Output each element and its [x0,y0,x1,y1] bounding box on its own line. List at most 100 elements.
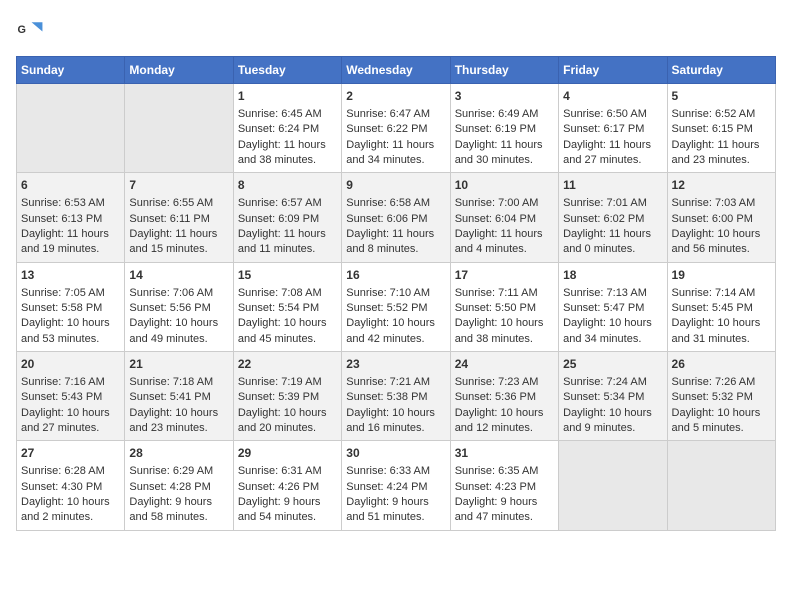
day-info: Daylight: 10 hours and 56 minutes. [672,227,771,258]
day-info: Daylight: 10 hours and 31 minutes. [672,316,771,347]
calendar-cell: 31Sunrise: 6:35 AMSunset: 4:23 PMDayligh… [450,441,558,530]
day-info: Sunset: 5:50 PM [455,301,554,316]
day-number: 30 [346,445,445,462]
calendar-cell: 8Sunrise: 6:57 AMSunset: 6:09 PMDaylight… [233,173,341,262]
day-number: 28 [129,445,228,462]
day-info: Sunrise: 7:24 AM [563,375,662,390]
day-headers-row: SundayMondayTuesdayWednesdayThursdayFrid… [17,57,776,84]
calendar-cell: 19Sunrise: 7:14 AMSunset: 5:45 PMDayligh… [667,262,775,351]
day-number: 25 [563,356,662,373]
calendar-cell: 4Sunrise: 6:50 AMSunset: 6:17 PMDaylight… [559,84,667,173]
calendar-cell: 23Sunrise: 7:21 AMSunset: 5:38 PMDayligh… [342,352,450,441]
day-number: 21 [129,356,228,373]
day-info: Sunrise: 6:53 AM [21,196,120,211]
day-info: Sunset: 5:58 PM [21,301,120,316]
day-info: Sunrise: 7:21 AM [346,375,445,390]
calendar-cell: 18Sunrise: 7:13 AMSunset: 5:47 PMDayligh… [559,262,667,351]
day-info: Sunrise: 7:18 AM [129,375,228,390]
day-info: Daylight: 11 hours and 19 minutes. [21,227,120,258]
week-row-4: 20Sunrise: 7:16 AMSunset: 5:43 PMDayligh… [17,352,776,441]
day-info: Sunrise: 7:26 AM [672,375,771,390]
calendar-cell: 15Sunrise: 7:08 AMSunset: 5:54 PMDayligh… [233,262,341,351]
day-info: Daylight: 10 hours and 45 minutes. [238,316,337,347]
week-row-1: 1Sunrise: 6:45 AMSunset: 6:24 PMDaylight… [17,84,776,173]
day-info: Sunset: 6:24 PM [238,122,337,137]
day-info: Daylight: 11 hours and 11 minutes. [238,227,337,258]
day-info: Sunset: 6:13 PM [21,212,120,227]
day-info: Daylight: 11 hours and 0 minutes. [563,227,662,258]
day-number: 1 [238,88,337,105]
day-info: Daylight: 9 hours and 54 minutes. [238,495,337,526]
logo: G [16,16,48,44]
day-number: 24 [455,356,554,373]
day-info: Sunrise: 7:23 AM [455,375,554,390]
day-info: Daylight: 11 hours and 34 minutes. [346,138,445,169]
day-info: Sunset: 4:26 PM [238,480,337,495]
calendar-cell: 12Sunrise: 7:03 AMSunset: 6:00 PMDayligh… [667,173,775,262]
calendar-cell: 25Sunrise: 7:24 AMSunset: 5:34 PMDayligh… [559,352,667,441]
day-info: Sunrise: 7:16 AM [21,375,120,390]
day-info: Daylight: 10 hours and 23 minutes. [129,406,228,437]
day-info: Daylight: 10 hours and 9 minutes. [563,406,662,437]
day-number: 15 [238,267,337,284]
day-info: Sunset: 6:22 PM [346,122,445,137]
svg-text:G: G [18,24,26,36]
day-header-sunday: Sunday [17,57,125,84]
day-number: 17 [455,267,554,284]
day-info: Sunrise: 6:58 AM [346,196,445,211]
day-number: 7 [129,177,228,194]
day-number: 29 [238,445,337,462]
day-info: Daylight: 11 hours and 30 minutes. [455,138,554,169]
day-info: Sunset: 6:15 PM [672,122,771,137]
calendar-cell: 28Sunrise: 6:29 AMSunset: 4:28 PMDayligh… [125,441,233,530]
week-row-2: 6Sunrise: 6:53 AMSunset: 6:13 PMDaylight… [17,173,776,262]
day-number: 10 [455,177,554,194]
day-info: Daylight: 11 hours and 38 minutes. [238,138,337,169]
day-info: Sunset: 6:06 PM [346,212,445,227]
day-info: Sunrise: 7:01 AM [563,196,662,211]
calendar-cell [125,84,233,173]
day-info: Daylight: 10 hours and 12 minutes. [455,406,554,437]
day-info: Sunset: 4:30 PM [21,480,120,495]
day-info: Sunset: 6:11 PM [129,212,228,227]
day-number: 18 [563,267,662,284]
day-number: 4 [563,88,662,105]
day-info: Sunset: 6:19 PM [455,122,554,137]
day-info: Daylight: 10 hours and 20 minutes. [238,406,337,437]
calendar-cell: 7Sunrise: 6:55 AMSunset: 6:11 PMDaylight… [125,173,233,262]
calendar-cell: 10Sunrise: 7:00 AMSunset: 6:04 PMDayligh… [450,173,558,262]
day-info: Sunrise: 7:05 AM [21,286,120,301]
week-row-5: 27Sunrise: 6:28 AMSunset: 4:30 PMDayligh… [17,441,776,530]
day-info: Sunset: 5:36 PM [455,390,554,405]
day-info: Sunrise: 6:29 AM [129,464,228,479]
calendar-cell: 20Sunrise: 7:16 AMSunset: 5:43 PMDayligh… [17,352,125,441]
day-info: Sunrise: 6:33 AM [346,464,445,479]
day-info: Sunrise: 6:49 AM [455,107,554,122]
calendar-cell: 21 Sunrise: 7:18 AMSunset: 5:41 PMDayligh… [125,352,233,441]
calendar-cell: 17Sunrise: 7:11 AMSunset: 5:50 PMDayligh… [450,262,558,351]
calendar-cell [559,441,667,530]
calendar-cell: 6Sunrise: 6:53 AMSunset: 6:13 PMDaylight… [17,173,125,262]
day-info: Sunset: 4:23 PM [455,480,554,495]
day-info: Sunset: 6:02 PM [563,212,662,227]
day-info: Sunrise: 6:55 AM [129,196,228,211]
day-info: Daylight: 10 hours and 5 minutes. [672,406,771,437]
calendar-cell: 11Sunrise: 7:01 AMSunset: 6:02 PMDayligh… [559,173,667,262]
day-info: Sunrise: 6:50 AM [563,107,662,122]
day-info: Daylight: 9 hours and 47 minutes. [455,495,554,526]
day-info: Sunset: 6:09 PM [238,212,337,227]
calendar-cell: 22Sunrise: 7:19 AMSunset: 5:39 PMDayligh… [233,352,341,441]
day-number: 5 [672,88,771,105]
day-info: Sunset: 4:24 PM [346,480,445,495]
day-number: 27 [21,445,120,462]
day-info: Daylight: 9 hours and 51 minutes. [346,495,445,526]
day-info: Sunrise: 6:45 AM [238,107,337,122]
day-number: 14 [129,267,228,284]
calendar-cell: 13Sunrise: 7:05 AMSunset: 5:58 PMDayligh… [17,262,125,351]
day-number: 20 [21,356,120,373]
day-info: Sunrise: 7:14 AM [672,286,771,301]
day-header-monday: Monday [125,57,233,84]
day-info: Sunset: 5:41 PM [129,390,228,405]
day-info: Sunrise: 6:57 AM [238,196,337,211]
day-info: Sunset: 5:38 PM [346,390,445,405]
